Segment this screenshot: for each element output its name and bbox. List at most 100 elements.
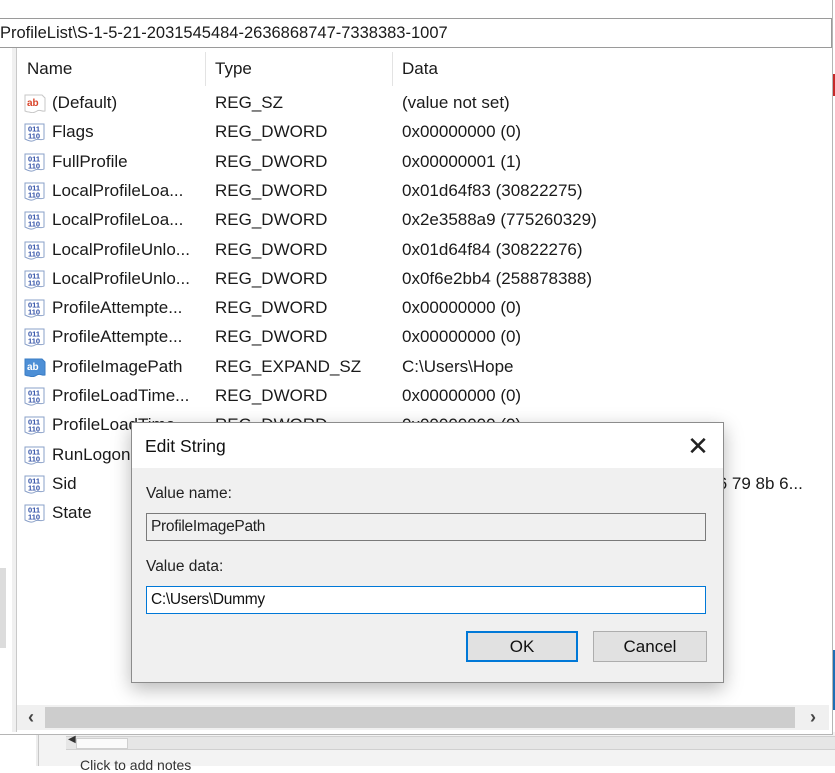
list-item[interactable]: 011 110 LocalProfileUnlo... REG_DWORD 0x0f6e… (17, 264, 829, 293)
value-data: 0x00000000 (0) (402, 386, 522, 405)
column-divider[interactable] (205, 52, 206, 86)
value-data: 0x2e3588a9 (775260329) (402, 210, 597, 230)
svg-text:110: 110 (28, 513, 40, 522)
value-data: 0x0f6e2bb4 (258878388) (402, 268, 592, 288)
value-type: REG_DWORD (215, 268, 328, 288)
value-type: REG_DWORD (215, 210, 328, 230)
value-data: 0x00000000 (0) (402, 122, 522, 142)
svg-text:110: 110 (28, 337, 40, 346)
value-name: ProfileAttempte... (52, 298, 183, 318)
list-item[interactable]: 011 110 LocalProfileUnlo... REG_DWORD 0x01d6… (17, 235, 829, 264)
binary-value-icon: 011 110 (24, 327, 46, 347)
scroll-left-icon[interactable]: ◀ (68, 734, 76, 745)
column-divider[interactable] (392, 52, 393, 86)
binary-value-icon: 011 110 (24, 298, 46, 318)
list-item[interactable]: 011 110 LocalProfileLoa... REG_DWORD 0x01d64… (17, 176, 829, 205)
value-name: ProfileImagePath (52, 356, 183, 376)
value-name-label: Value name: (146, 485, 232, 502)
binary-value-icon: 011 110 (24, 269, 46, 289)
column-header-name[interactable]: Name (27, 48, 72, 88)
svg-text:ab: ab (27, 362, 39, 373)
value-name: LocalProfileUnlo... (52, 239, 190, 259)
value-type: REG_DWORD (215, 298, 328, 318)
value-data: 0x00000000 (0) (402, 298, 522, 318)
notes-placeholder[interactable]: Click to add notes (80, 757, 191, 773)
binary-value-icon: 011 110 (24, 240, 46, 260)
column-header-data[interactable]: Data (402, 48, 438, 88)
string-value-icon: ab (24, 93, 46, 114)
value-type: REG_EXPAND_SZ (215, 356, 362, 376)
edit-string-dialog: Edit String ✕ Value name: Value data: OK… (131, 422, 724, 683)
value-name: ProfileAttempte... (52, 327, 183, 347)
scroll-thumb[interactable] (45, 707, 795, 728)
svg-text:110: 110 (28, 308, 40, 317)
value-data-label: Value data: (146, 558, 224, 575)
list-item[interactable]: 011 110 LocalProfileLoa... REG_DWORD 0x2e358… (17, 205, 829, 234)
value-data: (value not set) (402, 93, 510, 112)
list-item[interactable]: 011 110 Flags REG_DWORD 0x00000000 (0) (17, 117, 829, 146)
dialog-title: Edit String (145, 436, 226, 456)
list-item[interactable]: ab ProfileImagePath REG_EXPAND_SZ C:\Users\… (17, 352, 829, 381)
binary-value-icon: 011 110 (24, 181, 46, 201)
binary-value-icon: 011 110 (24, 415, 46, 435)
svg-text:110: 110 (28, 278, 40, 287)
value-name: FullProfile (52, 151, 128, 171)
scroll-left-icon[interactable]: ‹ (19, 705, 43, 730)
value-type: REG_DWORD (215, 239, 328, 259)
scroll-right-icon[interactable]: › (801, 705, 825, 730)
value-data: 0x01d64f84 (30822276) (402, 239, 583, 259)
value-name-field[interactable] (146, 513, 706, 541)
svg-text:110: 110 (28, 161, 40, 170)
binary-value-icon: 011 110 (24, 122, 46, 142)
scroll-thumb[interactable] (76, 738, 128, 749)
list-header: Name Type Data (17, 48, 829, 88)
binary-value-icon: 011 110 (24, 503, 46, 523)
value-name: ProfileLoadTime... (52, 386, 190, 405)
value-data: 0x00000001 (1) (402, 151, 522, 171)
cancel-button[interactable]: Cancel (593, 631, 707, 662)
dialog-titlebar[interactable]: Edit String ✕ (132, 423, 723, 468)
tree-scrollbar[interactable] (0, 568, 6, 648)
value-name: LocalProfileUnlo... (52, 268, 190, 288)
value-type: REG_DWORD (215, 151, 328, 171)
list-item[interactable]: 011 110 ProfileAttempte... REG_DWORD 0x00000… (17, 293, 829, 322)
value-type: REG_DWORD (215, 386, 328, 405)
svg-text:110: 110 (28, 190, 40, 199)
value-data: C:\Users\Hope (402, 356, 514, 376)
svg-text:110: 110 (28, 454, 40, 463)
value-name: (Default) (52, 93, 118, 112)
list-item[interactable]: 011110 ProfileLoadTime... REG_DWORD 0x00000… (17, 381, 829, 410)
column-header-type[interactable]: Type (215, 48, 252, 88)
value-name: Flags (52, 122, 94, 142)
binary-value-icon: 011 110 (24, 152, 46, 172)
binary-value-icon: 011 110 (24, 386, 46, 406)
background-horizontal-scrollbar[interactable]: ◀ (66, 734, 835, 750)
value-type: REG_DWORD (215, 180, 328, 200)
list-item[interactable]: 011 110 FullProfile REG_DWORD 0x00000001 (1) (17, 147, 829, 176)
horizontal-scrollbar[interactable]: ‹ › (17, 705, 829, 730)
close-icon[interactable]: ✕ (681, 429, 715, 463)
value-data: 0x01d64f83 (30822275) (402, 180, 583, 200)
value-data-input[interactable] (146, 586, 706, 614)
address-bar[interactable]: ProfileList\S-1-5-21-2031545484-26368687… (0, 18, 832, 48)
ok-button[interactable]: OK (466, 631, 578, 662)
binary-value-icon: 011 110 (24, 445, 46, 465)
value-name: LocalProfileLoa... (52, 180, 184, 200)
value-type: REG_DWORD (215, 122, 328, 142)
svg-text:110: 110 (28, 132, 40, 141)
value-data: 0x00000000 (0) (402, 327, 522, 347)
value-name: Sid (52, 473, 77, 493)
string-value-icon-selected: ab (24, 357, 46, 377)
binary-value-icon: 011 110 (24, 474, 46, 494)
svg-text:110: 110 (28, 396, 40, 405)
svg-text:110: 110 (28, 249, 40, 258)
svg-text:ab: ab (27, 98, 39, 109)
value-type: REG_DWORD (215, 327, 328, 347)
value-type: REG_SZ (215, 93, 284, 112)
binary-value-icon: 011 110 (24, 210, 46, 230)
list-item[interactable]: ab (Default) REG_SZ (value not set) (17, 88, 829, 117)
list-item[interactable]: 011 110 ProfileAttempte... REG_DWORD 0x00000… (17, 322, 829, 351)
svg-text:110: 110 (28, 425, 40, 434)
svg-text:110: 110 (28, 483, 40, 492)
value-name: State (52, 503, 92, 523)
